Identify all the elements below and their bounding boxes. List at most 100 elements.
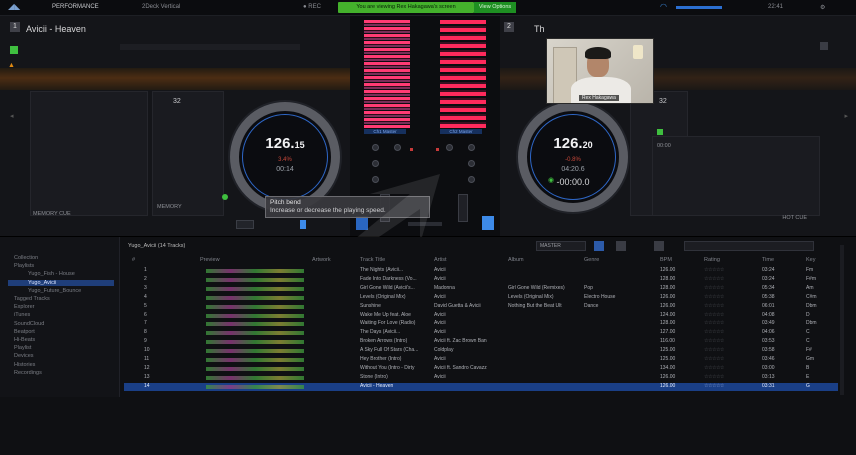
deck-2-jog-wheel[interactable]: 126.20 -0.8% 04:20.6 -00:00.0 — [518, 102, 628, 212]
sidebar-item[interactable]: Playlists — [14, 263, 34, 269]
preview-waveform[interactable] — [206, 375, 304, 380]
track-time: 03:24 — [762, 275, 775, 282]
ch2-mid-knob[interactable] — [468, 160, 475, 167]
preview-waveform[interactable] — [206, 322, 304, 327]
table-row[interactable]: 5 Sunshine David Guetta & Avicii Nothing Bu… — [124, 303, 838, 311]
sidebar-item[interactable]: SoundCloud — [14, 321, 44, 327]
ch2-cue-button[interactable] — [482, 216, 494, 230]
sidebar-item[interactable]: Yugo_Avicii — [8, 279, 114, 286]
sidebar-item[interactable]: Collection — [14, 255, 38, 261]
table-row[interactable]: 1 The Nights (Avicii... Avicii 126.00 03:24 F… — [124, 267, 838, 275]
sync-icon[interactable]: ◉ — [548, 176, 554, 184]
sidebar-item[interactable]: Yugo_Future_Bounce — [28, 288, 81, 294]
table-row[interactable]: 6 Wake Me Up feat. Aloe Avicii 124.00 04:08 D… — [124, 312, 838, 320]
preview-waveform[interactable] — [206, 286, 304, 291]
preview-waveform[interactable] — [206, 384, 304, 389]
settings-icon[interactable]: ⚙ — [820, 4, 825, 11]
column-header[interactable]: BPM — [660, 257, 672, 263]
table-row[interactable]: 7 Waiting For Love (Radio) Avicii 128.00 03:… — [124, 320, 838, 328]
rating-stars[interactable]: ☆☆☆☆☆ — [704, 303, 724, 309]
sidebar-item[interactable]: Tagged Tracks — [14, 296, 50, 302]
table-row[interactable]: 3 Girl Gone Wild (Avicii's... Madonna Girl … — [124, 285, 838, 293]
scrollbar[interactable] — [840, 245, 844, 395]
preview-waveform[interactable] — [206, 349, 304, 354]
sidebar-item[interactable]: Devices — [14, 353, 34, 359]
rating-stars[interactable]: ☆☆☆☆☆ — [704, 338, 724, 344]
ch1-trim-knob[interactable] — [372, 144, 379, 151]
column-header[interactable]: Artwork — [312, 257, 331, 263]
sidebar-item[interactable]: Beatport — [14, 329, 35, 335]
preview-waveform[interactable] — [206, 366, 304, 371]
rating-stars[interactable]: ☆☆☆☆☆ — [704, 267, 724, 273]
sidebar-item[interactable]: Playlist — [14, 345, 31, 351]
column-header[interactable]: Artist — [434, 257, 447, 263]
deck-1-waveform[interactable] — [0, 68, 350, 90]
rating-stars[interactable]: ☆☆☆☆☆ — [704, 329, 724, 335]
column-header[interactable]: # — [132, 257, 135, 263]
layout-mode-label[interactable]: PERFORMANCE — [52, 4, 99, 10]
column-header[interactable]: Key — [806, 257, 815, 263]
rating-stars[interactable]: ☆☆☆☆☆ — [704, 276, 724, 282]
rec-indicator: ● REC — [303, 4, 321, 10]
table-row[interactable]: 8 The Days (Avicii... Avicii 127.00 04:06 C ☆☆… — [124, 329, 838, 337]
sidebar-item[interactable]: Hi-Beats — [14, 337, 35, 343]
right-scroll-icon[interactable]: ▸ — [844, 112, 848, 120]
list-view-icon[interactable] — [594, 241, 604, 251]
table-row[interactable]: 13 Stone (Intro) Avicii 126.00 03:13 E ☆☆☆☆☆ — [124, 374, 838, 382]
preview-waveform[interactable] — [206, 313, 304, 318]
overview-waveform[interactable] — [120, 44, 300, 50]
view-options-button[interactable]: View Options — [474, 2, 516, 13]
table-row[interactable]: 12 Without You (Intro - Dirty Avicii ft. S… — [124, 365, 838, 373]
ch1-mid-knob[interactable] — [372, 160, 379, 167]
preview-waveform[interactable] — [206, 331, 304, 336]
rating-stars[interactable]: ☆☆☆☆☆ — [704, 365, 724, 371]
preview-waveform[interactable] — [206, 269, 304, 273]
deck-mode-select[interactable]: 2Deck Vertical — [142, 4, 180, 10]
sidebar-item[interactable]: Recordings — [14, 370, 42, 376]
rating-stars[interactable]: ☆☆☆☆☆ — [704, 383, 724, 389]
rating-stars[interactable]: ☆☆☆☆☆ — [704, 374, 724, 380]
preview-waveform[interactable] — [206, 358, 304, 362]
ch1-hi-knob[interactable] — [394, 144, 401, 151]
rating-stars[interactable]: ☆☆☆☆☆ — [704, 320, 724, 326]
column-header[interactable]: Preview — [200, 257, 220, 263]
master-volume-bar[interactable] — [676, 6, 722, 9]
rating-stars[interactable]: ☆☆☆☆☆ — [704, 285, 724, 291]
table-row[interactable]: 14 Avicii - Heaven 126.00 03:31 G ☆☆☆☆☆ — [124, 382, 838, 391]
table-row[interactable]: 11 Hey Brother (Intro) Avicii 125.00 03:46 Gm… — [124, 356, 838, 364]
table-row[interactable]: 10 A Sky Full Of Stars (Cha... Coldplay 125… — [124, 347, 838, 355]
deck-2-menu-icon[interactable] — [820, 42, 828, 50]
sidebar-item[interactable]: Histories — [14, 362, 35, 368]
rating-stars[interactable]: ☆☆☆☆☆ — [704, 312, 724, 318]
sidebar-item[interactable]: iTunes — [14, 312, 30, 318]
rating-stars[interactable]: ☆☆☆☆☆ — [704, 294, 724, 300]
sync-indicator[interactable] — [10, 46, 18, 54]
preview-waveform[interactable] — [206, 304, 304, 309]
left-scroll-icon[interactable]: ◂ — [10, 112, 14, 120]
column-header[interactable]: Genre — [584, 257, 599, 263]
table-row[interactable]: 9 Broken Arrows (Intro) Avicii ft. Zac Bro… — [124, 338, 838, 346]
sidebar-item[interactable]: Yugo_Fish - House — [28, 271, 75, 277]
ch2-low-knob[interactable] — [468, 176, 475, 183]
column-header[interactable]: Rating — [704, 257, 720, 263]
preview-waveform[interactable] — [206, 277, 304, 282]
rating-stars[interactable]: ☆☆☆☆☆ — [704, 356, 724, 362]
table-row[interactable]: 4 Levels (Original Mix) Avicii Levels (Orig… — [124, 294, 838, 302]
ch2-trim-knob[interactable] — [446, 144, 453, 151]
ch2-volume-fader[interactable] — [458, 194, 468, 222]
column-view-icon[interactable] — [654, 241, 664, 251]
grid-view-icon[interactable] — [616, 241, 626, 251]
preview-waveform[interactable] — [206, 340, 304, 345]
column-header[interactable]: Track Title — [360, 257, 385, 263]
table-row[interactable]: 2 Fade Into Darkness (Vo... Avicii 128.00 03… — [124, 276, 838, 284]
rating-stars[interactable]: ☆☆☆☆☆ — [704, 347, 724, 353]
sort-select[interactable]: MASTER — [536, 241, 586, 251]
column-header[interactable]: Album — [508, 257, 524, 263]
search-input[interactable] — [684, 241, 814, 251]
column-header[interactable]: Time — [762, 257, 774, 263]
preview-waveform[interactable] — [206, 295, 304, 300]
cue-button[interactable] — [236, 220, 254, 229]
ch2-hi-knob[interactable] — [468, 144, 475, 151]
sidebar-item[interactable]: Explorer — [14, 304, 34, 310]
track-key: G — [806, 382, 810, 389]
